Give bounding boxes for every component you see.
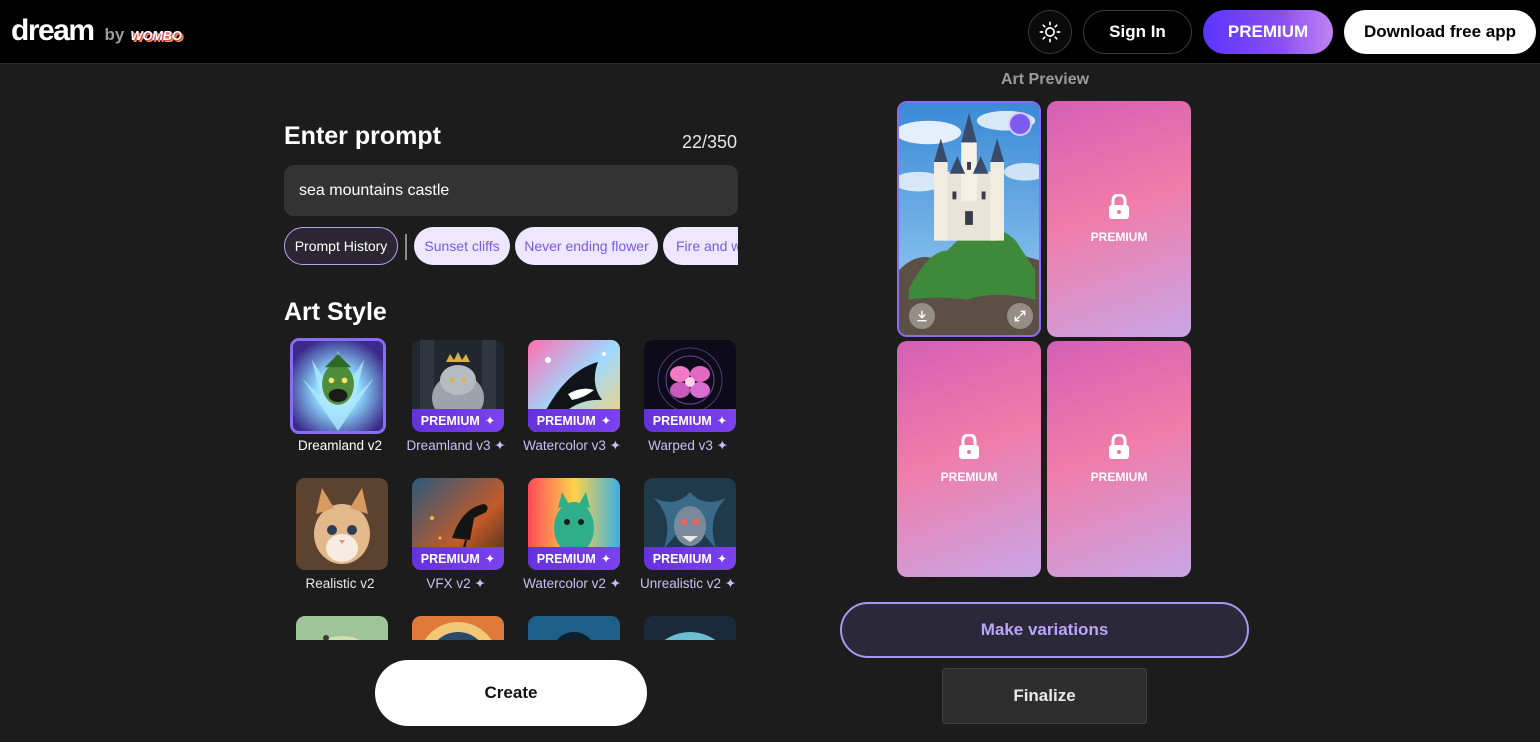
art-style-heading: Art Style (284, 298, 387, 326)
sign-in-button[interactable]: Sign In (1083, 10, 1192, 54)
prompt-history-chip[interactable]: Prompt History (284, 227, 398, 265)
style-label: Warped v3 ✦ (648, 438, 728, 453)
style-label: Watercolor v3 ✦ (523, 438, 621, 453)
premium-tag: PREMIUM ✦ (644, 409, 736, 432)
style-label: VFX v2 ✦ (426, 576, 486, 591)
prompt-heading: Enter prompt (284, 122, 441, 150)
premium-tag-label: PREMIUM (420, 551, 480, 566)
preview-locked-card[interactable]: PREMIUM (1047, 341, 1191, 577)
preview-image-main[interactable] (897, 101, 1041, 337)
locked-premium-label: PREMIUM (940, 470, 998, 484)
style-label: Realistic v2 (305, 576, 375, 591)
prompt-char-count: 22/350 (682, 132, 738, 152)
finalize-button[interactable]: Finalize (942, 668, 1147, 724)
style-thumbnail (290, 338, 386, 434)
sparkle-icon: ✦ (716, 414, 728, 428)
create-button[interactable]: Create (375, 660, 647, 726)
premium-tag-label: PREMIUM (536, 551, 596, 566)
style-thumbnail: PREMIUM ✦ (528, 478, 620, 570)
theme-toggle-button[interactable] (1028, 10, 1072, 54)
logo-by-text: by (104, 25, 125, 44)
sun-icon (1039, 21, 1061, 43)
make-variations-button[interactable]: Make variations (840, 602, 1249, 658)
download-icon[interactable] (909, 303, 935, 329)
premium-tag: PREMIUM ✦ (412, 547, 504, 570)
locked-premium-label: PREMIUM (1090, 230, 1148, 244)
sparkle-icon: ✦ (600, 552, 612, 566)
style-label: Dreamland v3 ✦ (406, 438, 506, 453)
download-app-button[interactable]: Download free app (1344, 10, 1536, 54)
expand-icon[interactable] (1007, 303, 1033, 329)
premium-tag-label: PREMIUM (652, 413, 712, 428)
premium-tag-label: PREMIUM (536, 413, 596, 428)
sparkle-icon: ✦ (716, 552, 728, 566)
premium-tag-label: PREMIUM (420, 413, 480, 428)
lock-icon (959, 434, 979, 459)
chip-divider (405, 234, 407, 260)
premium-tag: PREMIUM ✦ (528, 547, 620, 570)
style-thumbnail: PREMIUM ✦ (528, 340, 620, 432)
style-label: Watercolor v2 ✦ (523, 576, 621, 591)
premium-tag-label: PREMIUM (652, 551, 712, 566)
style-thumbnail: PREMIUM ✦ (644, 478, 736, 570)
style-thumbnail (412, 616, 504, 640)
style-thumbnail: PREMIUM ✦ (412, 340, 504, 432)
art-preview-title: Art Preview (1001, 71, 1090, 88)
style-label: Dreamland v2 (297, 438, 383, 453)
selection-indicator[interactable] (1008, 112, 1032, 136)
style-thumbnail: PREMIUM ✦ (412, 478, 504, 570)
premium-tag: PREMIUM ✦ (528, 409, 620, 432)
sparkle-icon: ✦ (600, 414, 612, 428)
preview-locked-card[interactable]: PREMIUM (1047, 101, 1191, 337)
style-label: Unrealistic v2 ✦ (639, 576, 737, 591)
premium-tag: PREMIUM ✦ (412, 409, 504, 432)
logo-dream-text: dream (11, 14, 95, 47)
lock-icon (1109, 194, 1129, 219)
style-thumbnail: PREMIUM ✦ (644, 340, 736, 432)
top-bar: dream by WOMBO Sign In PREMIUM Download … (0, 0, 1540, 64)
premium-tag: PREMIUM ✦ (644, 547, 736, 570)
premium-button[interactable]: PREMIUM (1203, 10, 1333, 54)
style-thumbnail (528, 616, 620, 640)
style-thumbnail (296, 616, 388, 640)
suggestion-chip[interactable]: Never ending flower (515, 227, 658, 265)
lock-icon (1109, 434, 1129, 459)
sparkle-icon: ✦ (484, 552, 496, 566)
sparkle-icon: ✦ (484, 414, 496, 428)
dream-logo[interactable]: dream by WOMBO (11, 14, 182, 48)
style-thumbnail (644, 616, 736, 640)
locked-premium-label: PREMIUM (1090, 470, 1148, 484)
suggestion-chip[interactable]: Sunset cliffs (414, 227, 510, 265)
art-style-grid: Dreamland v2 PREMIUM ✦ Dreamland v3 ✦ PR… (284, 336, 744, 640)
prompt-input[interactable] (284, 165, 738, 216)
preview-locked-card[interactable]: PREMIUM (897, 341, 1041, 577)
prompt-chips: Prompt History Sunset cliffs Never endin… (284, 227, 738, 265)
wombo-logo: WOMBO (130, 28, 182, 43)
castle-artwork (899, 103, 1039, 335)
style-thumbnail (296, 478, 388, 570)
suggestion-chip[interactable]: Fire and water (663, 227, 738, 265)
